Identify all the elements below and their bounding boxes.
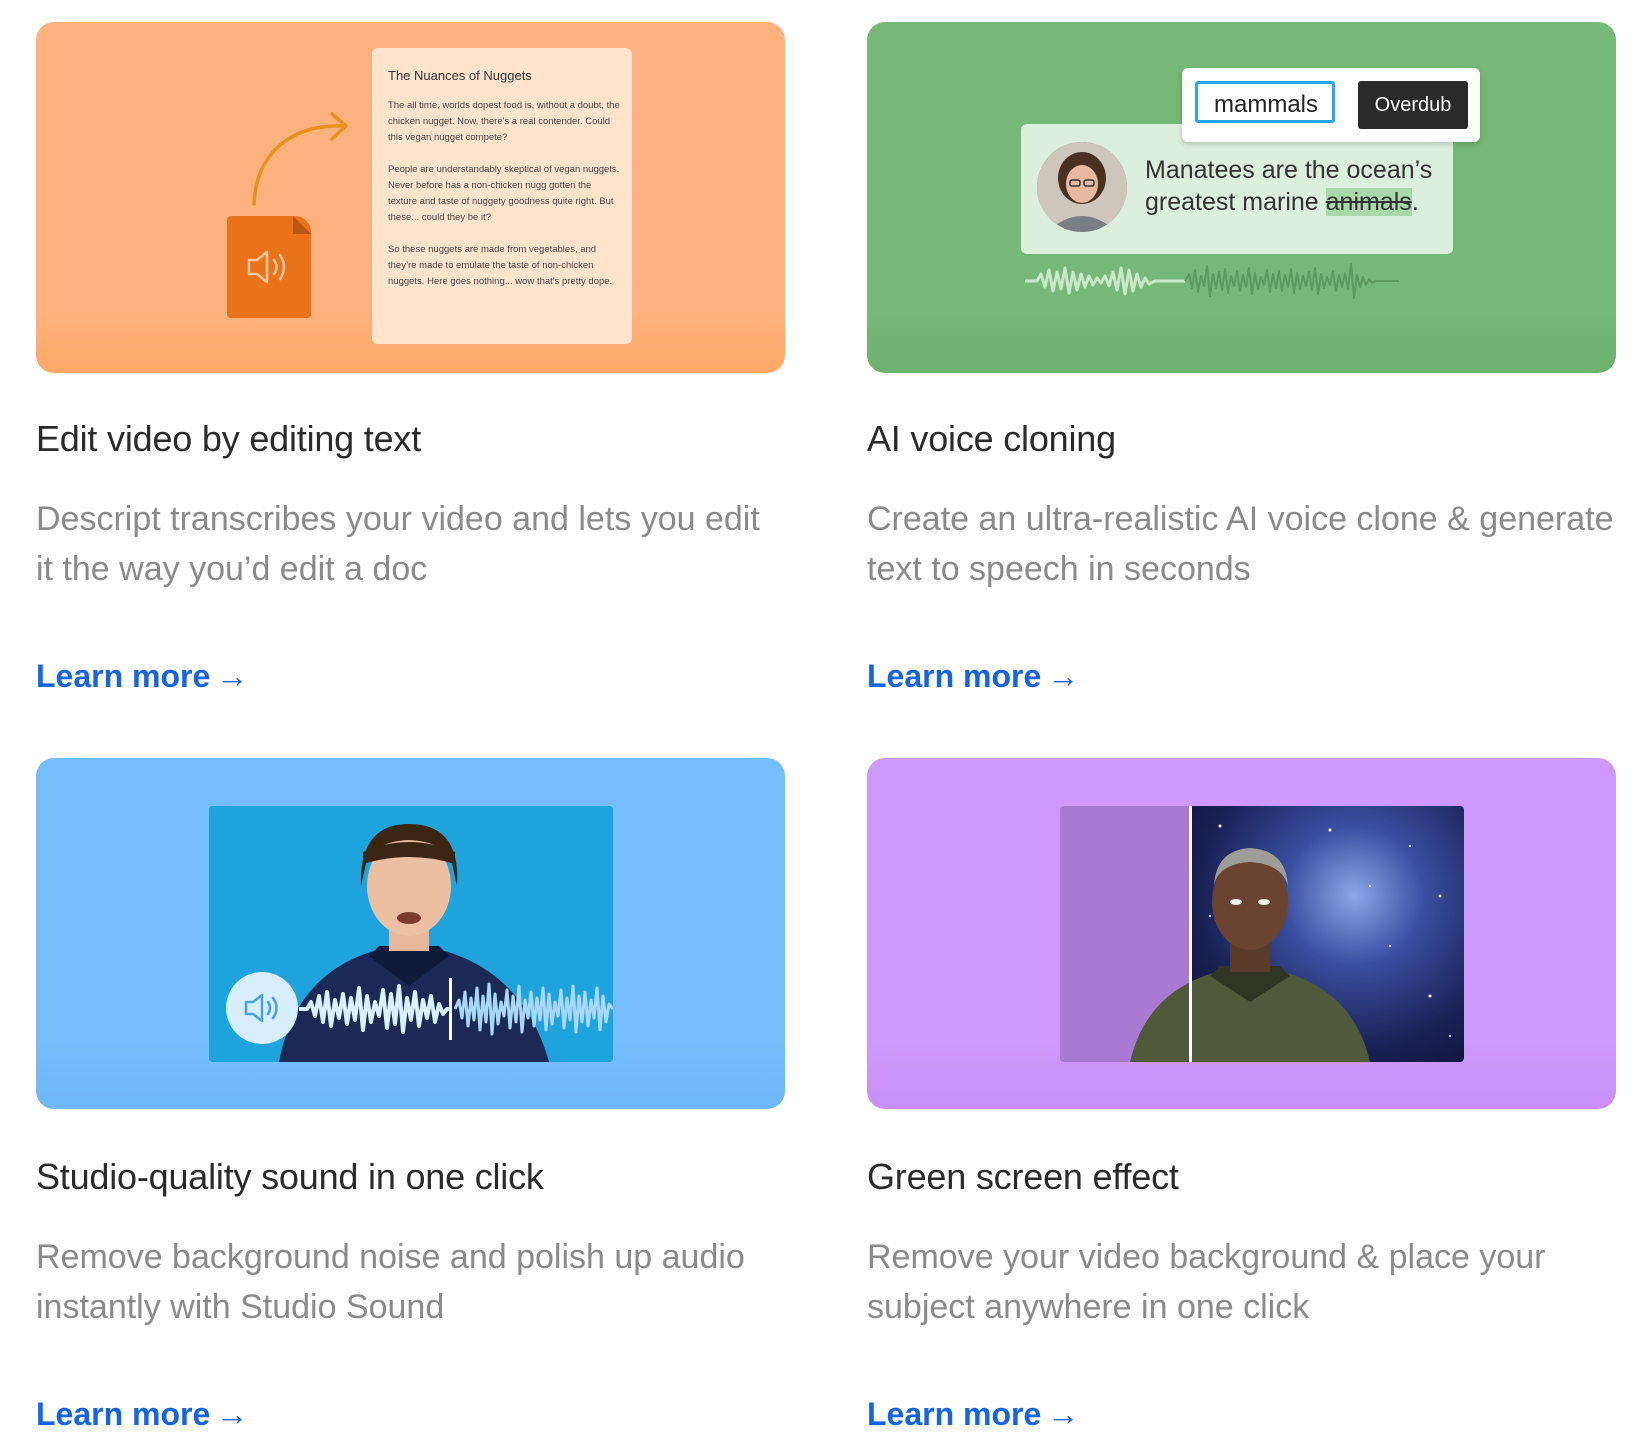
document-title: The Nuances of Nuggets bbox=[388, 68, 532, 83]
transcript-document: The Nuances of Nuggets The all time, wor… bbox=[372, 48, 632, 344]
audio-waveform-icon bbox=[299, 978, 613, 1040]
feature-title: Green screen effect bbox=[867, 1156, 1179, 1197]
presenter-figure bbox=[1130, 848, 1370, 1062]
feature-title: Studio-quality sound in one click bbox=[36, 1156, 544, 1197]
feature-card-studio-sound: Studio-quality sound in one click Remove… bbox=[36, 758, 785, 1432]
feature-card-voice-cloning: Manatees are the ocean’s greatest marine… bbox=[867, 22, 1616, 694]
speaker-icon bbox=[226, 972, 298, 1044]
learn-more-link[interactable]: Learn more → bbox=[867, 1396, 1079, 1433]
voice-cloning-illustration: Manatees are the ocean’s greatest marine… bbox=[867, 22, 1616, 373]
feature-description: Remove background noise and polish up au… bbox=[36, 1238, 745, 1326]
learn-more-link[interactable]: Learn more → bbox=[36, 658, 248, 695]
transcript-quote: Manatees are the ocean’s greatest marine… bbox=[1021, 124, 1453, 254]
learn-more-label: Learn more bbox=[36, 658, 211, 694]
learn-more-label: Learn more bbox=[36, 1396, 211, 1432]
feature-description: Create an ultra-realistic AI voice clone… bbox=[867, 500, 1614, 588]
audio-file-icon bbox=[227, 216, 311, 318]
feature-title: AI voice cloning bbox=[867, 418, 1116, 459]
learn-more-link[interactable]: Learn more → bbox=[36, 1396, 248, 1433]
feature-description: Descript transcribes your video and lets… bbox=[36, 500, 760, 588]
studio-sound-illustration bbox=[36, 758, 785, 1109]
split-divider-handle[interactable] bbox=[1189, 806, 1192, 1062]
arrow-right-icon: → bbox=[216, 658, 249, 694]
overdub-popup: Overdub bbox=[1182, 68, 1480, 142]
video-preview bbox=[209, 806, 613, 1062]
overdub-word-input[interactable] bbox=[1195, 81, 1335, 123]
arrow-right-icon: → bbox=[216, 1396, 249, 1432]
waveform-icon bbox=[1025, 263, 1399, 299]
feature-card-edit-video: The Nuances of Nuggets The all time, wor… bbox=[36, 22, 785, 694]
quote-end: . bbox=[1411, 188, 1419, 216]
green-screen-illustration bbox=[867, 758, 1616, 1109]
learn-more-label: Learn more bbox=[867, 1396, 1042, 1432]
learn-more-link[interactable]: Learn more → bbox=[867, 658, 1079, 695]
feature-card-green-screen: Green screen effect Remove your video ba… bbox=[867, 758, 1616, 1432]
speaker-avatar bbox=[1037, 142, 1127, 232]
curved-arrow-icon bbox=[252, 112, 348, 206]
learn-more-label: Learn more bbox=[867, 658, 1042, 694]
arrow-right-icon: → bbox=[1047, 658, 1080, 694]
quote-text: Manatees are the ocean’s greatest marine… bbox=[1145, 154, 1445, 218]
green-screen-preview bbox=[1060, 806, 1464, 1062]
struck-word: animals bbox=[1325, 188, 1412, 216]
feature-title: Edit video by editing text bbox=[36, 418, 422, 459]
document-body: The all time, worlds dopest food is, wit… bbox=[388, 100, 620, 287]
feature-description: Remove your video background & place you… bbox=[867, 1238, 1546, 1326]
overdub-button[interactable]: Overdub bbox=[1358, 81, 1468, 129]
edit-video-illustration: The Nuances of Nuggets The all time, wor… bbox=[36, 22, 785, 373]
arrow-right-icon: → bbox=[1047, 1396, 1080, 1432]
